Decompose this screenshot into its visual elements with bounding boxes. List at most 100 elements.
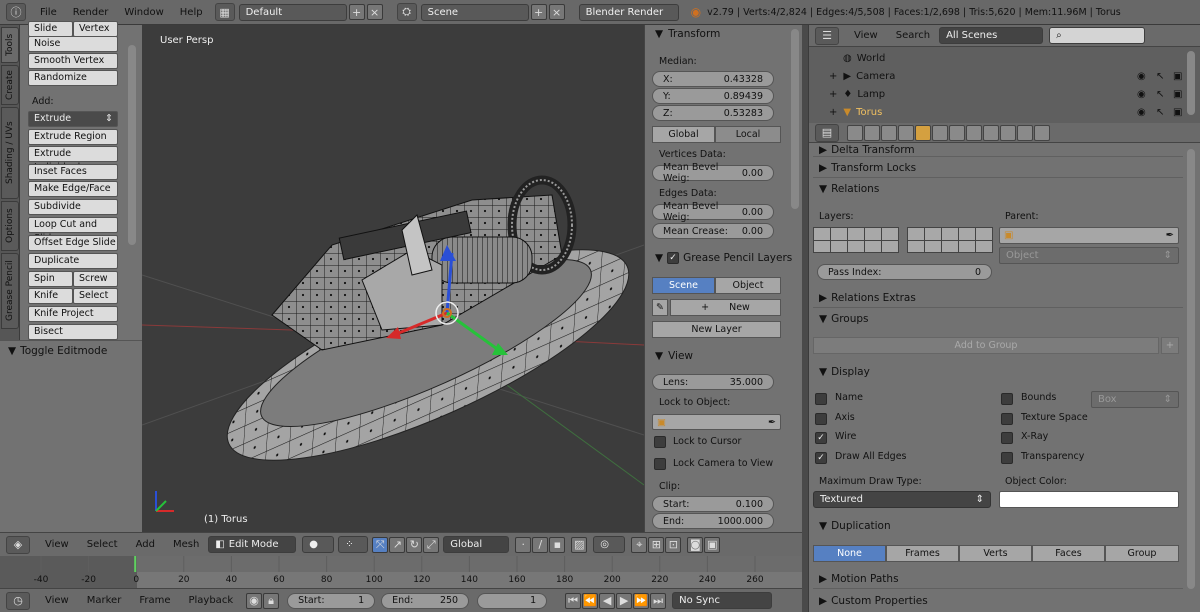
pivot-select[interactable]: ⁘ [338, 536, 369, 553]
outliner-view-menu[interactable]: View [845, 30, 887, 41]
lens-field[interactable]: Lens: 35.000 [652, 374, 774, 390]
menu-view[interactable]: View [36, 539, 78, 550]
dup-faces-option[interactable]: Faces [1032, 545, 1105, 562]
grease-pencil-header[interactable]: ▼ ✓ Grease Pencil Layers [645, 249, 795, 267]
rotate-icon[interactable]: ↻ [406, 536, 423, 553]
select-cursor-icon[interactable]: ↖ [1156, 107, 1164, 118]
add-group-plus-icon[interactable]: + [1161, 337, 1179, 354]
median-x-field[interactable]: X: 0.43328 [652, 71, 774, 87]
transform-locks-header[interactable]: ▶ Transform Locks [813, 158, 1183, 178]
modifiers-tab-icon[interactable] [949, 124, 965, 141]
data-tab-icon[interactable] [966, 124, 982, 141]
layers-grid-a[interactable] [813, 227, 899, 253]
gp-new-button[interactable]: + New [670, 299, 781, 316]
material-tab-icon[interactable] [983, 124, 999, 141]
layout-grid-icon[interactable]: ▦ [214, 3, 235, 21]
dup-verts-option[interactable]: Verts [959, 545, 1032, 562]
render-tab-icon[interactable] [847, 124, 863, 141]
offset-edge-slide-button[interactable]: Offset Edge Slide [28, 235, 118, 251]
outliner-item-lamp[interactable]: + ♦ Lamp ◉ ↖ ▣ [809, 85, 1189, 103]
interaction-mode-select[interactable]: ◧ Edit Mode [208, 536, 297, 553]
tl-menu-view[interactable]: View [36, 595, 78, 606]
mean-bevel-edge-field[interactable]: Mean Bevel Weig: 0.00 [652, 201, 774, 223]
occlude-geometry-icon[interactable]: ▨ [571, 536, 588, 553]
clip-start-field[interactable]: Start: 0.100 [652, 496, 774, 512]
gp-scene-toggle[interactable]: Scene [652, 277, 715, 294]
tab-tools[interactable]: Tools [1, 27, 19, 63]
lock-object-field[interactable]: ▣ ✒ [652, 414, 781, 430]
physics-tab-icon[interactable] [1034, 124, 1050, 141]
layout-field[interactable]: Default [238, 3, 347, 21]
parent-type-select[interactable]: Object ⇕ [999, 247, 1179, 264]
outliner-search-menu[interactable]: Search [887, 30, 939, 41]
bounds-type-select[interactable]: Box ⇕ [1091, 391, 1179, 408]
noise-button[interactable]: Noise [28, 36, 118, 52]
add-layout-icon[interactable]: + [348, 4, 365, 20]
make-edge-face-button[interactable]: Make Edge/Face [28, 181, 118, 197]
global-toggle[interactable]: Global [652, 126, 715, 143]
tl-menu-playback[interactable]: Playback [179, 595, 242, 606]
tl-menu-marker[interactable]: Marker [78, 595, 131, 606]
eyedropper-icon[interactable]: ✒ [768, 417, 776, 428]
toggle-editmode-header[interactable]: ▼ Toggle Editmode [0, 341, 142, 361]
tab-options[interactable]: Options [1, 201, 19, 251]
tools-scrollbar[interactable] [128, 45, 136, 245]
display-header[interactable]: ▼ Display [813, 362, 1183, 382]
slide-vertex-button[interactable]: Vertex [73, 21, 118, 37]
lock-to-cursor-checkbox[interactable] [654, 436, 666, 448]
timeline-editor-icon[interactable]: ◷ [6, 591, 30, 610]
median-y-field[interactable]: Y: 0.89439 [652, 88, 774, 104]
new-layer-button[interactable]: New Layer [652, 321, 781, 338]
extrude-individual-button[interactable]: Extrude Individual [28, 146, 118, 173]
vertex-select-icon[interactable]: · [515, 536, 532, 553]
view-panel-header[interactable]: ▼ View [645, 347, 795, 365]
max-draw-type-select[interactable]: Textured ⇕ [813, 491, 991, 508]
grease-pencil-checkbox[interactable]: ✓ [667, 252, 680, 264]
play-icon[interactable]: ▶ [616, 592, 633, 609]
menu-mesh[interactable]: Mesh [164, 539, 208, 550]
median-z-field[interactable]: Z: 0.53283 [652, 105, 774, 121]
knife-button[interactable]: Knife [28, 288, 73, 304]
texture-tab-icon[interactable] [1000, 124, 1016, 141]
translate-icon[interactable]: ↗ [389, 536, 406, 553]
display-name-checkbox[interactable] [815, 393, 827, 405]
record-icon[interactable]: ◉ [246, 592, 263, 609]
scene-tab-icon[interactable] [881, 124, 897, 141]
add-scene-icon[interactable]: + [530, 4, 547, 20]
randomize-button[interactable]: Randomize [28, 70, 118, 86]
snap-element-icon[interactable]: ⊞ [648, 536, 665, 553]
3d-viewport[interactable]: User Persp (1) Torus [142, 25, 644, 532]
render-camera-icon[interactable]: ▣ [1173, 89, 1182, 100]
duplication-header[interactable]: ▼ Duplication [813, 516, 1183, 536]
display-axis-checkbox[interactable] [815, 412, 827, 425]
menu-window[interactable]: Window [116, 7, 171, 18]
outliner-item-camera[interactable]: + ▶ Camera ◉ ↖ ▣ [809, 67, 1189, 85]
play-reverse-icon[interactable]: ◀ [599, 592, 616, 609]
orientation-select[interactable]: Global [443, 536, 510, 553]
npanel-scrollbar[interactable] [791, 29, 799, 209]
manipulator-toggle-icon[interactable]: ⤧ [372, 536, 389, 553]
groups-header[interactable]: ▼ Groups [813, 309, 1183, 329]
loop-cut-slide-button[interactable]: Loop Cut and Slide [28, 217, 118, 244]
shading-select[interactable]: ● [302, 536, 335, 553]
select-button[interactable]: Select [73, 288, 118, 304]
bisect-button[interactable]: Bisect [28, 324, 118, 340]
add-to-group-button[interactable]: Add to Group [813, 337, 1159, 354]
visibility-eye-icon[interactable]: ◉ [1137, 71, 1146, 82]
info-editor-icon[interactable]: ⓘ [6, 3, 26, 21]
sync-mode-select[interactable]: No Sync [672, 592, 773, 609]
object-tab-icon[interactable] [915, 124, 931, 141]
jump-next-key-icon[interactable]: ⏩ [633, 592, 650, 609]
snap-target-icon[interactable]: ⊡ [665, 536, 682, 553]
jump-end-icon[interactable]: ⏭ [650, 592, 667, 609]
dup-frames-option[interactable]: Frames [886, 545, 959, 562]
local-toggle[interactable]: Local [715, 126, 781, 143]
layers-grid-b[interactable] [907, 227, 993, 253]
outliner-search-input[interactable]: ⌕ [1049, 27, 1146, 44]
render-camera-icon[interactable]: ▣ [1173, 71, 1182, 82]
opengl-render-icon[interactable]: ▣ [704, 536, 721, 553]
menu-file[interactable]: File [32, 7, 65, 18]
outliner-scrollbar[interactable] [1187, 51, 1195, 115]
properties-scrollbar[interactable] [1187, 149, 1195, 589]
world-tab-icon[interactable] [898, 124, 914, 141]
